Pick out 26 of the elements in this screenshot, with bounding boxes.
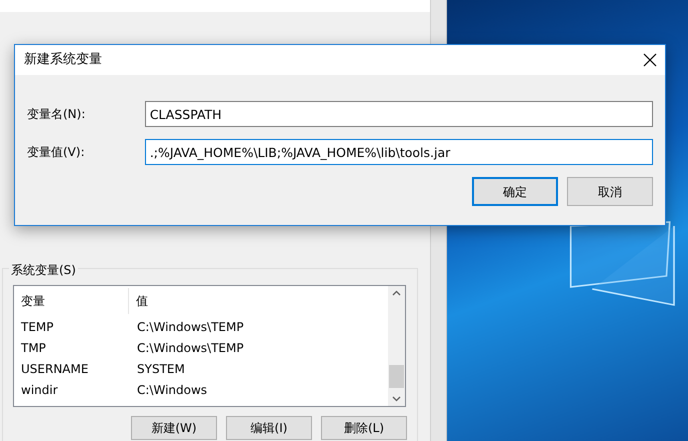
table-cell[interactable]: TMP — [14, 338, 130, 356]
group-title: 系统变量(S) — [9, 261, 78, 279]
table-cell[interactable]: C:\Windows — [130, 380, 208, 398]
dialog-title: 新建系统变量 — [24, 51, 102, 70]
column-header[interactable]: 值 — [129, 292, 148, 310]
ok-button[interactable]: 确定 — [472, 177, 558, 206]
input-field[interactable]: CLASSPATH — [144, 101, 653, 127]
scrollbar[interactable] — [388, 286, 405, 406]
cancel-button[interactable]: 取消 — [567, 177, 653, 206]
table-cell[interactable]: USERNAME — [14, 360, 130, 378]
table-cell[interactable]: windir — [14, 380, 130, 398]
scroll-up-icon[interactable] — [392, 290, 401, 296]
table-cell[interactable]: TEMP — [14, 318, 130, 336]
field-label: 变量名(N): — [27, 106, 86, 123]
field-label: 变量值(V): — [27, 144, 86, 161]
scroll-down-icon[interactable] — [392, 396, 401, 402]
column-header[interactable]: 变量 — [14, 288, 129, 314]
list-button[interactable]: 编辑(I) — [226, 416, 312, 440]
list-button[interactable]: 删除(L) — [321, 416, 407, 440]
input-field[interactable]: .;%JAVA_HOME%\LIB;%JAVA_HOME%\lib\tools.jar — [144, 139, 653, 165]
table-cell[interactable]: C:\Windows\TEMP — [130, 318, 244, 336]
table-cell[interactable]: C:\Windows\TEMP — [130, 338, 244, 356]
table-cell[interactable]: SYSTEM — [130, 360, 185, 378]
close-icon[interactable] — [643, 53, 657, 67]
list-button[interactable]: 新建(W) — [131, 416, 217, 440]
scrollbar-thumb[interactable] — [389, 365, 404, 388]
